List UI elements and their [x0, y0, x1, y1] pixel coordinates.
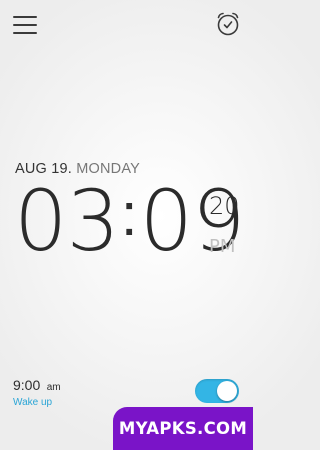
clock-hours: 03: [14, 172, 120, 270]
menu-icon-bar: [13, 24, 37, 26]
alarm-time-ampm: am: [46, 382, 61, 393]
menu-button[interactable]: [13, 14, 37, 36]
clock-separator: :: [120, 181, 138, 248]
clock-ampm: PM: [209, 236, 236, 257]
hamburger-menu-icon: [13, 16, 37, 18]
clock-seconds: 20: [209, 192, 240, 220]
alarm-time: 9:00 am: [13, 377, 61, 395]
watermark-text: MYAPKS.COM: [118, 419, 248, 438]
alarm-clock-button[interactable]: [214, 10, 242, 38]
toggle-knob: [217, 381, 237, 401]
alarm-label: Wake up: [13, 397, 53, 408]
menu-icon-bar: [13, 32, 37, 34]
watermark-banner: MYAPKS.COM: [113, 407, 253, 450]
alarm-toggle[interactable]: [195, 379, 239, 403]
alarm-clock-icon: [217, 12, 239, 36]
alarm-time-value: 9:00: [13, 377, 41, 393]
